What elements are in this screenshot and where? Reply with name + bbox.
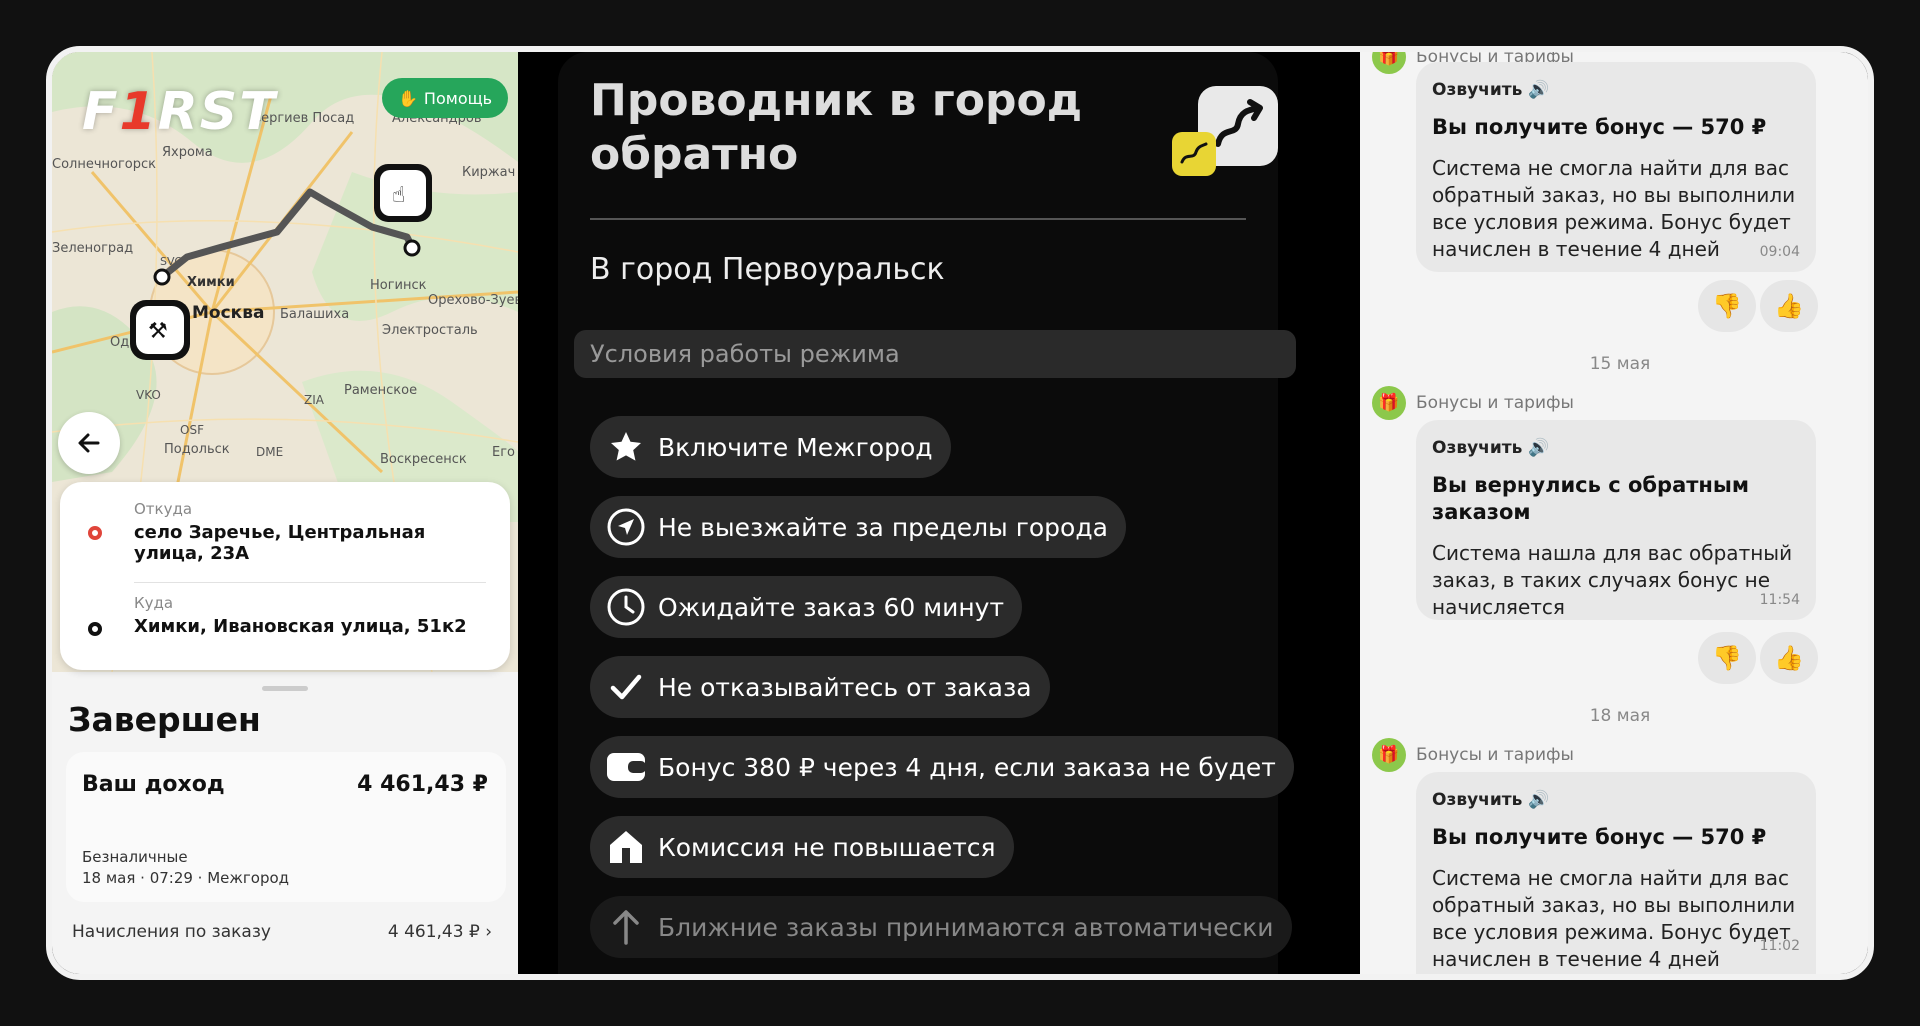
sender-header: 🎁 Бонусы и тарифы	[1372, 386, 1574, 420]
chat-message: Озвучить 🔊 Вы получите бонус — 570 ₽ Сис…	[1416, 772, 1816, 974]
message-title: Вы получите бонус — 570 ₽	[1432, 115, 1767, 139]
arrow-up-icon	[606, 907, 646, 947]
divider	[590, 218, 1246, 220]
house-icon	[606, 827, 646, 867]
chat-message: Озвучить 🔊 Вы получите бонус — 570 ₽ Сис…	[1416, 62, 1816, 272]
clock-icon	[606, 587, 646, 627]
hand-icon: ✋	[398, 88, 418, 108]
gift-icon: 🎁	[1372, 52, 1406, 74]
place-label: ZIA	[304, 393, 325, 407]
order-meta: 18 мая · 07:29 · Межгород	[82, 869, 290, 887]
income-value: 4 461,43 ₽	[357, 772, 488, 797]
mode-screen: Проводник в город обратно В город Первоу…	[518, 52, 1318, 974]
condition-intercity: Включите Межгород	[590, 416, 951, 478]
collage-frame: Сергиев Посад Александров Яхрома Киржач …	[46, 46, 1874, 980]
gift-icon: 🎁	[1372, 386, 1406, 420]
message-text: Система не смогла найти для вас обратный…	[1432, 866, 1796, 971]
thumbs-up-icon[interactable]: 👍	[1760, 632, 1818, 684]
chevron-right-icon: ›	[485, 922, 492, 942]
place-label: VKO	[136, 388, 161, 402]
back-button[interactable]	[58, 412, 120, 474]
place-label: Химки	[187, 275, 235, 290]
message-text: Система нашла для вас обратный заказ, в …	[1432, 541, 1793, 619]
date-separator: 15 мая	[1589, 354, 1651, 374]
place-label: Электросталь	[382, 323, 478, 338]
speaker-icon: 🔊	[1528, 80, 1550, 100]
place-label: Яхрома	[162, 145, 213, 160]
mode-title: Проводник в город обратно	[590, 75, 1083, 180]
svg-text:⚒: ⚒	[148, 319, 168, 344]
svg-text:☝: ☝	[392, 183, 405, 208]
check-icon	[606, 667, 646, 707]
message-title: Вы вернулись с обратным заказом	[1432, 473, 1750, 524]
place-label: Солнечногорск	[52, 157, 156, 172]
chat-message: Озвучить 🔊 Вы вернулись с обратным заказ…	[1416, 420, 1816, 620]
place-label: Балашиха	[280, 307, 349, 322]
mode-card: Проводник в город обратно В город Первоу…	[558, 52, 1296, 974]
thumbs-down-icon[interactable]: 👎	[1698, 280, 1756, 332]
date-separator: 18 мая	[1589, 706, 1651, 726]
help-label: Помощь	[423, 88, 493, 108]
payment-type: Безналичные	[82, 848, 188, 866]
place-label: Од	[110, 335, 129, 350]
place-label: Киржач	[462, 165, 515, 180]
from-address: село Заречье, Центральная улица, 23А	[134, 522, 426, 564]
place-label: SVO	[160, 255, 183, 268]
place-label: Орехово-Зуево	[428, 293, 518, 308]
conditions-header: Условия работы режима	[574, 330, 1296, 378]
place-label: Подольск	[164, 442, 230, 457]
voice-button[interactable]: Озвучить 🔊	[1432, 438, 1800, 458]
arrow-left-icon	[78, 433, 100, 453]
to-label: Куда	[134, 594, 174, 612]
place-label: Его	[492, 445, 515, 460]
message-title: Вы получите бонус — 570 ₽	[1432, 825, 1767, 849]
help-button[interactable]: ✋ Помощь	[382, 78, 509, 118]
income-card: Ваш доход 4 461,43 ₽ Безналичные 18 мая …	[66, 752, 506, 902]
order-screen: Сергиев Посад Александров Яхрома Киржач …	[52, 52, 518, 974]
first-logo: F1RST	[82, 82, 277, 142]
route-card[interactable]: Откуда село Заречье, Центральная улица, …	[60, 482, 510, 670]
sheet-handle[interactable]	[262, 686, 308, 691]
navigation-arrow-icon	[606, 507, 646, 547]
message-time: 11:02	[1759, 938, 1800, 954]
income-label: Ваш доход	[82, 772, 225, 797]
mode-city: В город Первоуральск	[590, 252, 945, 287]
wallet-icon	[606, 747, 646, 787]
message-time: 09:04	[1759, 244, 1800, 260]
chat-screen: 🎁 Бонусы и тарифы Озвучить 🔊 Вы получите…	[1360, 52, 1868, 974]
place-label: Раменское	[344, 383, 417, 398]
divider	[134, 582, 486, 583]
route-small-icon	[1172, 132, 1216, 176]
order-status: Завершен	[68, 700, 261, 739]
sender-header: 🎁 Бонусы и тарифы	[1372, 738, 1574, 772]
place-label: Воскресенск	[380, 452, 467, 467]
place-label: OSF	[180, 423, 204, 437]
star-icon	[606, 427, 646, 467]
from-label: Откуда	[134, 500, 193, 518]
origin-dot-icon	[88, 526, 102, 540]
voice-button[interactable]: Озвучить 🔊	[1432, 790, 1800, 810]
condition-bonus: Бонус 380 ₽ через 4 дня, если заказа не …	[590, 736, 1294, 798]
place-label: Москва	[192, 303, 264, 323]
condition-commission: Комиссия не повышается	[590, 816, 1014, 878]
place-label: Ногинск	[370, 278, 427, 293]
speaker-icon: 🔊	[1528, 438, 1550, 458]
place-label: Зеленоград	[52, 241, 133, 256]
gift-icon: 🎁	[1372, 738, 1406, 772]
accruals-label[interactable]: Начисления по заказу	[72, 922, 271, 942]
voice-button[interactable]: Озвучить 🔊	[1432, 80, 1800, 100]
accruals-value[interactable]: 4 461,43 ₽ ›	[388, 922, 492, 942]
place-label: DME	[256, 445, 283, 459]
condition-wait: Ожидайте заказ 60 минут	[590, 576, 1023, 638]
thumbs-down-icon[interactable]: 👎	[1698, 632, 1756, 684]
condition-no-decline: Не отказывайтесь от заказа	[590, 656, 1050, 718]
condition-stay-in-city: Не выезжайте за пределы города	[590, 496, 1126, 558]
speaker-icon: 🔊	[1528, 790, 1550, 810]
destination-dot-icon	[88, 622, 102, 636]
thumbs-up-icon[interactable]: 👍	[1760, 280, 1818, 332]
message-text: Система не смогла найти для вас обратный…	[1432, 156, 1796, 261]
message-time: 11:54	[1759, 592, 1800, 608]
condition-auto-accept: Ближние заказы принимаются автоматически	[590, 896, 1292, 958]
to-address: Химки, Ивановская улица, 51к2	[134, 616, 467, 637]
